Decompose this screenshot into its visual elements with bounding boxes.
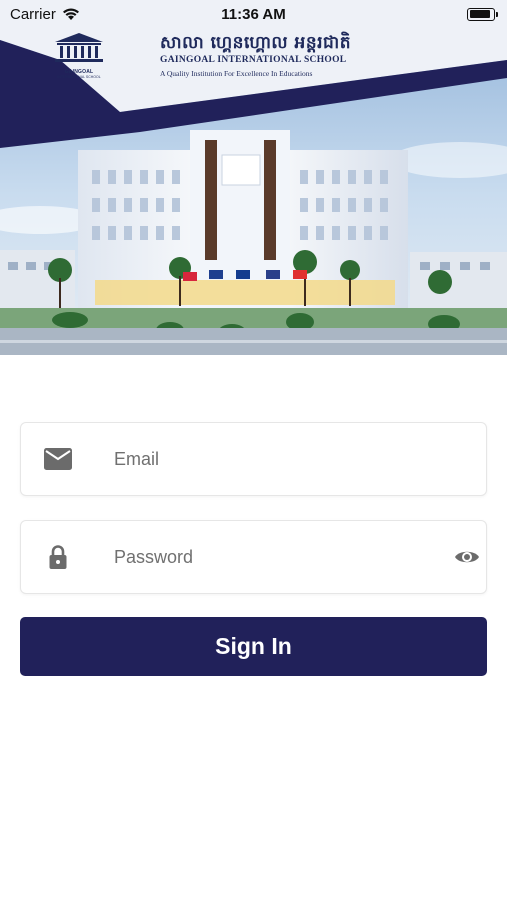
school-tagline: A Quality Institution For Excellence In …	[160, 69, 313, 78]
email-field[interactable]	[20, 422, 487, 496]
password-field[interactable]	[20, 520, 487, 594]
eye-icon[interactable]	[454, 548, 480, 566]
lock-icon	[49, 545, 67, 569]
carrier-label: Carrier	[10, 5, 56, 23]
password-input[interactable]	[114, 521, 436, 593]
logo-sublabel: INTERNATIONAL SCHOOL	[57, 75, 101, 79]
school-name-khmer: សាលា ហ្គេនហ្គោល អន្តរជាតិ	[160, 33, 351, 53]
school-brand: សាលា ហ្គេនហ្គោល អន្តរជាតិ GAINGOAL INTER…	[160, 32, 351, 78]
email-input[interactable]	[114, 423, 436, 495]
battery-level	[469, 10, 491, 18]
battery-icon	[467, 7, 498, 21]
sign-in-button[interactable]: Sign In	[20, 617, 487, 676]
institution-logo-icon	[55, 33, 103, 62]
envelope-icon	[44, 448, 72, 470]
school-logo: GAINGOAL INTERNATIONAL SCHOOL	[48, 32, 110, 80]
login-screen: GAINGOAL INTERNATIONAL SCHOOL សាលា ហ្គេន…	[0, 0, 507, 900]
school-name-english: GAINGOAL INTERNATIONAL SCHOOL	[160, 55, 347, 65]
wifi-icon	[62, 8, 79, 20]
status-bar: Carrier 11:36 AM	[0, 0, 507, 28]
